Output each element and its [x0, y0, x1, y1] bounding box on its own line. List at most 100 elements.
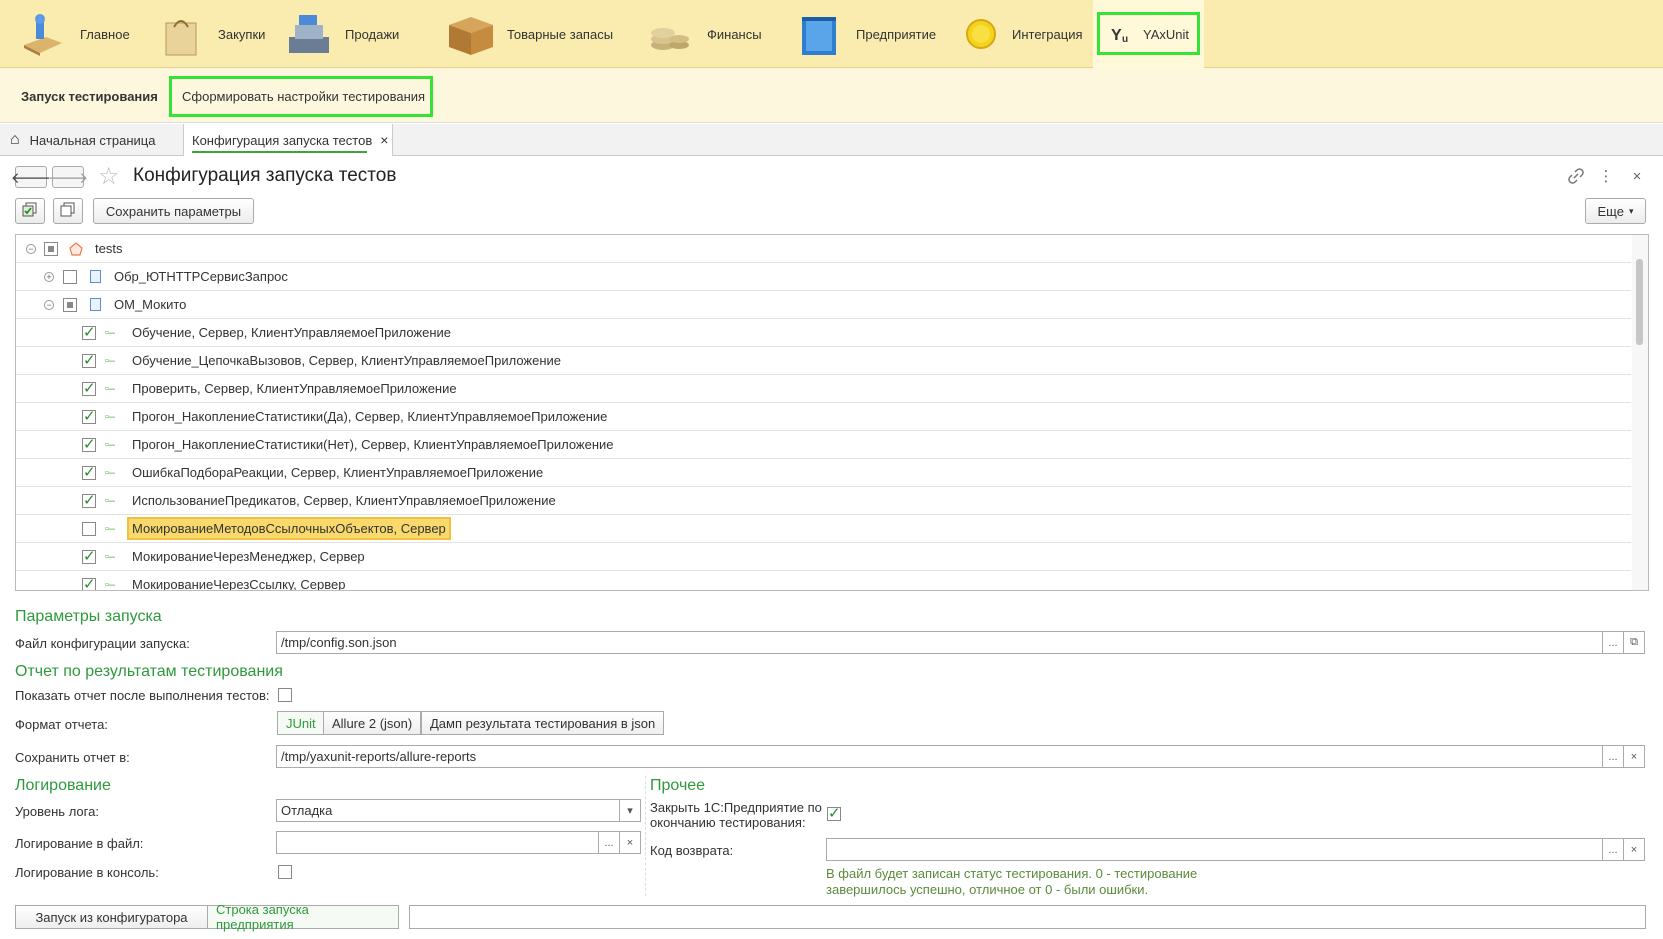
save-report-choose-button[interactable]: ...: [1602, 745, 1624, 768]
tree-row-group[interactable]: + Обр_ЮТHTTPСервисЗапрос: [16, 263, 1631, 291]
more-button[interactable]: Еще ▾: [1585, 198, 1646, 224]
section-yaxunit[interactable]: Yu YAxUnit: [1093, 0, 1204, 68]
save-params-button[interactable]: Сохранить параметры: [93, 198, 254, 224]
open-icon: ⧉: [1630, 636, 1638, 648]
link-icon[interactable]: [1566, 166, 1586, 186]
log-file-clear-button[interactable]: ×: [619, 831, 641, 854]
tab-underline: [192, 151, 367, 153]
tree-row-test[interactable]: ▫– МокированиеЧерезСсылку, Сервер: [16, 571, 1631, 590]
return-code-clear-button[interactable]: ×: [1623, 838, 1645, 861]
coins-icon: [647, 11, 693, 57]
tree-row-label: Обучение, Сервер, КлиентУправляемоеПрило…: [132, 325, 452, 340]
check-all-button[interactable]: [15, 198, 45, 224]
tree-checkbox[interactable]: [82, 463, 96, 481]
config-file-open-button[interactable]: ⧉: [1623, 631, 1645, 654]
tree-checkbox[interactable]: [82, 575, 96, 590]
log-level-select[interactable]: Отладка: [276, 799, 620, 822]
tree-checkbox[interactable]: [82, 521, 96, 536]
tree-row-label: Прогон_НакоплениеСтатистики(Да), Сервер,…: [132, 409, 608, 424]
close-app-label-line1: Закрыть 1С:Предприятие по: [650, 800, 822, 815]
launch-string-input[interactable]: [409, 905, 1646, 929]
uncheck-all-button[interactable]: [53, 198, 83, 224]
section-enterprise[interactable]: Предприятие: [786, 0, 946, 68]
svg-text:u: u: [1122, 34, 1128, 44]
sections-panel: Главное Закупки Продажи Товарные запасы …: [0, 0, 1663, 68]
tree-row-label: Прогон_НакоплениеСтатистики(Нет), Сервер…: [132, 437, 614, 452]
tree-row-test[interactable]: ▫– МокированиеЧерезМенеджер, Сервер: [16, 543, 1631, 571]
tree-row-test[interactable]: ▫– ОшибкаПодбораРеакции, Сервер, КлиентУ…: [16, 459, 1631, 487]
section-sales[interactable]: Продажи: [275, 0, 409, 68]
return-code-choose-button[interactable]: ...: [1602, 838, 1624, 861]
launch-section-title: Параметры запуска: [15, 608, 162, 625]
save-report-input[interactable]: /tmp/yaxunit-reports/allure-reports: [276, 745, 1603, 768]
enterprise-launch-string-button[interactable]: Строка запуска предприятия: [207, 902, 399, 932]
tab-close-icon[interactable]: ×: [380, 132, 388, 148]
tree-checkbox[interactable]: [63, 297, 77, 312]
tree-checkbox[interactable]: [63, 269, 77, 284]
tab-config[interactable]: Конфигурация запуска тестов ×: [183, 124, 393, 156]
tree-checkbox[interactable]: [82, 547, 96, 565]
tree-row-test[interactable]: ▫– ИспользованиеПредикатов, Сервер, Клие…: [16, 487, 1631, 515]
expand-icon[interactable]: +: [44, 271, 54, 282]
config-file-label: Файл конфигурации запуска:: [15, 636, 190, 651]
collapse-icon[interactable]: −: [44, 299, 54, 310]
more-actions-icon[interactable]: ⋮: [1596, 166, 1616, 186]
section-main[interactable]: Главное: [10, 0, 140, 68]
log-level-dropdown-button[interactable]: ▾: [619, 799, 641, 822]
tree-checkbox[interactable]: [82, 407, 96, 425]
launch-from-configurator-button[interactable]: Запуск из конфигуратора: [15, 905, 208, 929]
return-code-note-line1: В файл будет записан статус тестирования…: [826, 866, 1198, 881]
close-app-checkbox[interactable]: [827, 804, 841, 822]
home-icon: ⌂: [10, 131, 20, 148]
logging-section-title: Логирование: [15, 777, 111, 794]
tests-tree[interactable]: − tests + Обр_ЮТHTTPСервисЗапрос − ОМ_Мо…: [15, 234, 1649, 591]
tree-row-label: МокированиеЧерезМенеджер, Сервер: [132, 549, 365, 564]
format-allure-button[interactable]: Allure 2 (json): [323, 711, 422, 735]
tree-checkbox[interactable]: [82, 379, 96, 397]
section-inventory[interactable]: Товарные запасы: [437, 0, 623, 68]
format-junit-button[interactable]: JUnit: [277, 711, 325, 735]
collapse-icon[interactable]: −: [26, 243, 36, 254]
favorite-star-icon[interactable]: ☆: [98, 162, 120, 191]
tree-row-test[interactable]: ▫– Проверить, Сервер, КлиентУправляемоеП…: [16, 375, 1631, 403]
tree-row-test-selected[interactable]: ▫– МокированиеМетодовСсылочныхОбъектов, …: [16, 515, 1631, 543]
scrollbar-thumb[interactable]: [1636, 259, 1643, 345]
close-form-icon[interactable]: ×: [1627, 166, 1647, 186]
return-code-input[interactable]: [826, 838, 1603, 861]
tree-row-test[interactable]: ▫– Прогон_НакоплениеСтатистики(Нет), Сер…: [16, 431, 1631, 459]
tree-row-test[interactable]: ▫– Обучение, Сервер, КлиентУправляемоеПр…: [16, 319, 1631, 347]
tree-checkbox[interactable]: [82, 323, 96, 341]
tree-checkbox[interactable]: [44, 241, 58, 256]
section-purchases[interactable]: Закупки: [148, 0, 275, 68]
report-section-title: Отчет по результатам тестирования: [15, 663, 283, 680]
tree-checkbox[interactable]: [82, 491, 96, 509]
tree-row-group[interactable]: − ОМ_Мокито: [16, 291, 1631, 319]
log-console-checkbox[interactable]: [278, 865, 292, 879]
forward-button[interactable]: 🡒: [48, 166, 88, 188]
back-button[interactable]: 🡐: [11, 166, 51, 188]
section-integration[interactable]: Интеграция: [954, 0, 1093, 68]
section-finance[interactable]: Финансы: [637, 0, 772, 68]
generate-settings-command[interactable]: Сформировать настройки тестирования: [169, 76, 433, 117]
config-file-input[interactable]: /tmp/config.son.json: [276, 631, 1603, 654]
log-file-choose-button[interactable]: ...: [598, 831, 620, 854]
show-report-checkbox[interactable]: [278, 688, 292, 702]
format-json-dump-button[interactable]: Дамп результата тестирования в json: [421, 711, 665, 735]
config-file-choose-button[interactable]: ...: [1602, 631, 1624, 654]
tree-row-test[interactable]: ▫– Обучение_ЦепочкаВызовов, Сервер, Клие…: [16, 347, 1631, 375]
save-report-label: Сохранить отчет в:: [15, 750, 130, 765]
tree-checkbox[interactable]: [82, 435, 96, 453]
tree-checkbox[interactable]: [82, 351, 96, 369]
test-leaf-icon: ▫–: [105, 410, 116, 423]
arrow-right-icon: 🡒: [47, 169, 89, 187]
section-commands-panel: Запуск тестирования Сформировать настрой…: [0, 68, 1663, 123]
tree-row-root[interactable]: − tests: [16, 235, 1631, 263]
tree-row-test[interactable]: ▫– Прогон_НакоплениеСтатистики(Да), Серв…: [16, 403, 1631, 431]
show-report-label: Показать отчет после выполнения тестов:: [15, 688, 270, 703]
log-file-input[interactable]: [276, 831, 599, 854]
save-report-clear-button[interactable]: ×: [1623, 745, 1645, 768]
tree-row-label: ОшибкаПодбораРеакции, Сервер, КлиентУпра…: [132, 465, 544, 480]
tab-home[interactable]: ⌂ Начальная страница: [10, 124, 155, 156]
test-leaf-icon: ▫–: [105, 382, 116, 395]
tree-scrollbar[interactable]: [1632, 235, 1648, 590]
